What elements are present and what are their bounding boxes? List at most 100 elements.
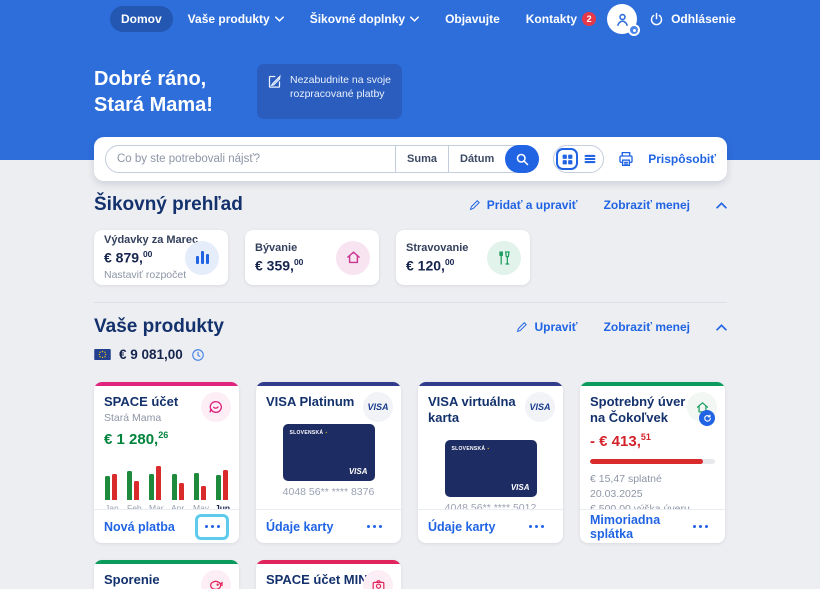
refresh-badge-icon xyxy=(699,410,715,426)
greeting: Dobré ráno, Stará Mama! xyxy=(94,66,213,118)
list-view-button[interactable] xyxy=(579,148,601,170)
nav-item-products[interactable]: Vaše produkty xyxy=(177,6,295,32)
card-details-button[interactable]: Údaje karty xyxy=(428,520,495,534)
nav-items: Domov Vaše produkty Šikovné doplnky Obja… xyxy=(110,6,607,32)
card-details-button[interactable]: Údaje karty xyxy=(266,520,333,534)
savings-card[interactable]: Sporenie Na zlé a horšie časy xyxy=(94,560,239,589)
bar-chart-icon xyxy=(185,241,219,275)
add-edit-button[interactable]: Pridať a upraviť xyxy=(469,198,578,212)
consumer-loan-card[interactable]: Spotrebný úver na Čokoľvek - € 413,51 € … xyxy=(580,382,725,543)
balance-history-icon[interactable] xyxy=(191,348,205,362)
customize-button[interactable]: Prispôsobiť xyxy=(648,152,716,166)
bank-name: SLOVENSKÁ xyxy=(452,446,490,452)
card-number: 4048 56** **** 8376 xyxy=(266,486,391,498)
add-edit-label: Pridať a upraviť xyxy=(487,198,578,212)
card-title: VISA virtuálna karta xyxy=(428,394,532,426)
house-icon xyxy=(336,241,370,275)
products-show-less-button[interactable]: Zobraziť menej xyxy=(604,320,690,334)
nav-item-home[interactable]: Domov xyxy=(110,6,173,32)
show-less-label: Zobraziť menej xyxy=(604,320,690,334)
greeting-line2: Stará Mama! xyxy=(94,92,213,118)
loan-house-icon xyxy=(687,392,717,422)
list-icon xyxy=(583,152,597,166)
space-bubble-icon xyxy=(201,392,231,422)
visa-brand: VISA xyxy=(511,483,530,492)
more-options-button[interactable] xyxy=(687,514,715,540)
nav-item-addons[interactable]: Šikovné doplnky xyxy=(299,6,430,32)
search-button[interactable] xyxy=(505,145,539,173)
visa-virtual-card[interactable]: VISA virtuálna karta VISA SLOVENSKÁ VISA… xyxy=(418,382,563,543)
nav-item-contacts[interactable]: Kontakty 2 xyxy=(515,6,607,32)
search-group: Suma Dátum xyxy=(105,145,539,173)
chevron-down-icon xyxy=(275,16,284,22)
date-label: Dátum xyxy=(460,153,494,165)
eu-flag-icon xyxy=(94,349,111,360)
account-balance: € 1 280,26 xyxy=(104,430,229,448)
extra-payment-button[interactable]: Mimoriadna splátka xyxy=(590,513,687,541)
more-options-button[interactable] xyxy=(195,514,229,540)
products-section-header: Vaše produkty Upraviť Zobraziť menej xyxy=(94,316,727,338)
avatar-status-badge xyxy=(628,24,640,36)
view-toggle xyxy=(553,145,604,173)
power-icon xyxy=(649,12,664,27)
nav-label: Objavujte xyxy=(445,12,500,26)
logout-button[interactable]: Odhlásenie xyxy=(649,12,736,27)
new-payment-button[interactable]: Nová platba xyxy=(104,520,175,534)
print-button[interactable] xyxy=(617,150,635,168)
avatar[interactable] xyxy=(607,4,637,34)
loan-progress-bar xyxy=(590,459,715,464)
products-total-row: € 9 081,00 xyxy=(94,347,205,362)
bank-card-graphic: SLOVENSKÁ VISA xyxy=(283,424,375,481)
top-navigation: Domov Vaše produkty Šikovné doplnky Obja… xyxy=(94,0,727,38)
overview-title: Šikovný prehľad xyxy=(94,194,243,216)
grid-icon xyxy=(561,153,574,166)
space-mini-account-card[interactable]: SPACE účet MINI Stará Mama xyxy=(256,560,401,589)
pending-payments-notification[interactable]: Nezabudnite na svoje rozpracované platby xyxy=(257,64,402,119)
bank-card-graphic: SLOVENSKÁ VISA xyxy=(445,440,537,497)
chevron-down-icon xyxy=(410,16,419,22)
nav-label: Šikovné doplnky xyxy=(310,12,405,26)
dining-overview-card[interactable]: Stravovanie € 120,00 xyxy=(396,230,530,285)
show-less-label: Zobraziť menej xyxy=(604,198,690,212)
date-filter-button[interactable]: Dátum xyxy=(448,146,505,172)
notification-text: Nezabudnite na svoje rozpracované platby xyxy=(290,73,392,110)
sum-filter-button[interactable]: Suma xyxy=(395,146,448,172)
chevron-up-icon[interactable] xyxy=(716,324,727,331)
search-input[interactable] xyxy=(106,146,395,172)
products-header-links: Upraviť Zobraziť menej xyxy=(516,320,727,334)
spending-overview-card[interactable]: Výdavky za Marec € 879,00 Nastaviť rozpo… xyxy=(94,230,228,285)
bank-name: SLOVENSKÁ xyxy=(290,430,328,436)
nav-item-discover[interactable]: Objavujte xyxy=(434,6,511,32)
card-title: VISA Platinum xyxy=(266,394,366,410)
edit-note-icon xyxy=(267,74,282,89)
edit-label: Upraviť xyxy=(534,320,577,334)
nav-label: Kontakty xyxy=(526,12,577,26)
visa-logo-icon: VISA xyxy=(363,392,393,422)
housing-overview-card[interactable]: Bývanie € 359,00 xyxy=(245,230,379,285)
loan-title: Spotrebný úver na Čokoľvek xyxy=(590,394,690,426)
visa-platinum-card[interactable]: VISA Platinum VISA SLOVENSKÁ VISA 4048 5… xyxy=(256,382,401,543)
overview-header-links: Pridať a upraviť Zobraziť menej xyxy=(469,198,727,212)
visa-logo-icon: VISA xyxy=(525,392,555,422)
mini-bar-chart xyxy=(104,462,229,500)
section-divider xyxy=(94,302,727,303)
more-options-button[interactable] xyxy=(357,514,391,540)
contacts-badge: 2 xyxy=(582,12,596,26)
products-title: Vaše produkty xyxy=(94,316,224,338)
overview-show-less-button[interactable]: Zobraziť menej xyxy=(604,198,690,212)
printer-icon xyxy=(617,150,635,168)
space-account-card[interactable]: SPACE účet Stará Mama € 1 280,26 JanFebM… xyxy=(94,382,239,543)
more-options-button[interactable] xyxy=(519,514,553,540)
overview-section-header: Šikovný prehľad Pridať a upraviť Zobrazi… xyxy=(94,194,727,216)
nav-right: Odhlásenie xyxy=(607,4,736,34)
nav-label: Domov xyxy=(121,12,162,26)
chevron-up-icon[interactable] xyxy=(716,202,727,209)
visa-brand: VISA xyxy=(349,467,368,476)
pencil-icon xyxy=(469,199,481,211)
edit-products-button[interactable]: Upraviť xyxy=(516,320,577,334)
greeting-line1: Dobré ráno, xyxy=(94,66,213,92)
grid-view-button[interactable] xyxy=(556,148,578,170)
loan-balance: - € 413,51 xyxy=(590,432,715,450)
person-icon xyxy=(614,11,631,28)
sum-label: Suma xyxy=(407,153,437,165)
